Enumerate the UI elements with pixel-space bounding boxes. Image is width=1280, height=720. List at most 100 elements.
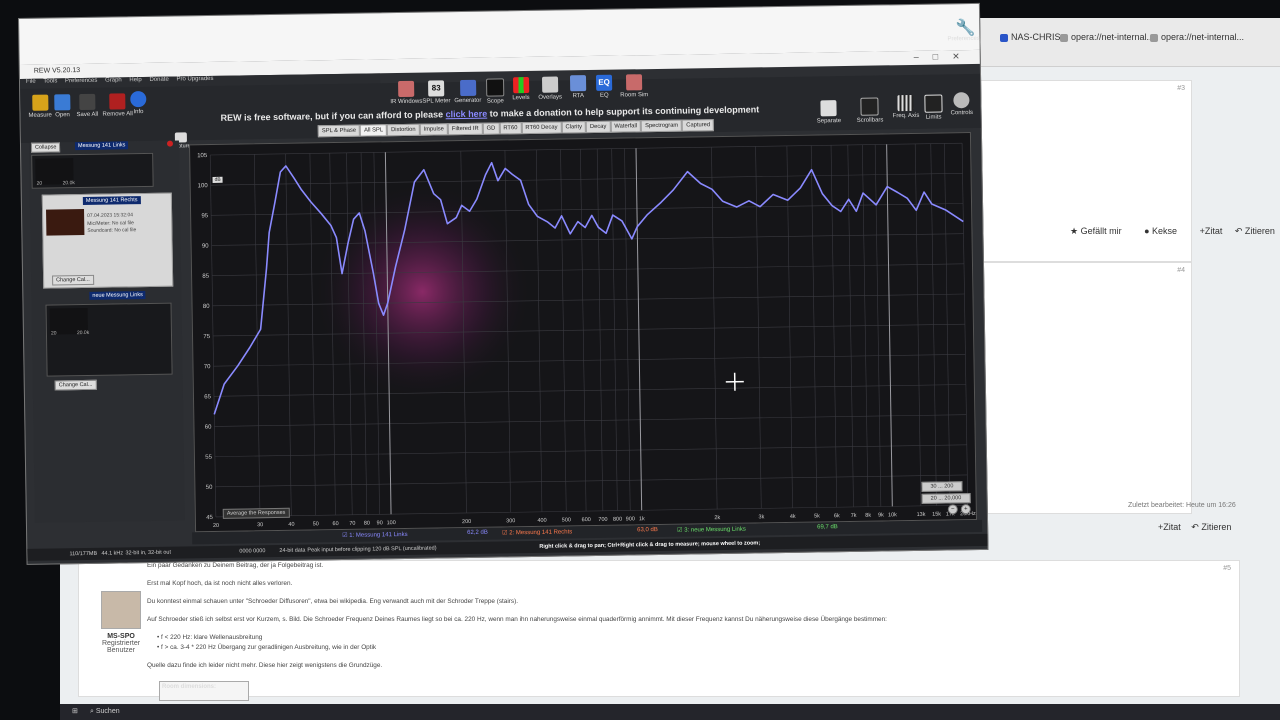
legend-item-1[interactable]: ☑ 1: Messung 141 Links [342,531,408,539]
open-button[interactable]: Open [54,94,71,118]
generator-button[interactable]: Generator [454,79,481,104]
window-controls[interactable]: –□✕ [914,51,974,63]
measure-button[interactable]: Measure [28,94,52,119]
room-dimensions-box: Room dimensions: [159,681,249,701]
range-30-200-button[interactable]: 30 ... 200 [921,481,963,492]
range-full-button[interactable]: 20 ... 20,000 [921,493,971,504]
spl-meter-icon: 83 [428,80,445,97]
tool-label: EQ [599,92,609,99]
measurement-name-1[interactable]: Messung 141 Links [74,141,129,151]
grid-line-h [214,444,967,457]
tab-impulse[interactable]: Impulse [419,123,448,136]
menu-help[interactable]: Help [129,77,141,83]
spl-meter-button[interactable]: 83 SPL Meter [422,80,451,105]
spl-graph[interactable]: 45 50 55 60 65 70 75 80 85 90 95 100 105 20 30 40 50 60 7… [189,132,978,533]
legend-value: 69,7 dB [817,524,838,531]
thumb-axis-max: 20.0k [76,329,90,337]
author-name[interactable]: MS-SPO [91,633,151,640]
ir-windows-button[interactable]: IR Windows [390,80,423,106]
tab-decay[interactable]: Decay [585,120,611,134]
x-tick-label: 7k [851,513,857,519]
post-line: Ein paar Gedanken zu Deinem Beitrag, der… [147,562,324,569]
y-tick-label: 45 [206,515,213,521]
grid-line-h [211,203,964,216]
limits-button[interactable]: Limits [924,94,943,121]
tab-distortion[interactable]: Distortion [387,123,420,137]
quote-button[interactable]: +Zitat [1158,522,1181,532]
measurement-name-3[interactable]: neue Messung Links [89,291,146,300]
tab-spl-phase[interactable]: SPL & Phase [317,124,361,138]
cookie-button[interactable]: ● Kekse [1144,226,1187,236]
eq-button[interactable]: EQ EQ [595,74,613,99]
overlays-button[interactable]: Overlays [538,76,562,101]
x-tick-label: 40 [288,522,294,528]
grid-line-h [215,474,968,488]
quote-button[interactable]: +Zitat [1200,226,1223,236]
legend-item-3[interactable]: ☑ 3: neue Messung Links [677,526,746,534]
thumb-axis-max: 20.0k [62,180,75,187]
taskbar-search[interactable]: ⌕ Suchen [90,708,120,716]
zoom-out-button[interactable]: − [947,504,958,515]
bookmark-nas[interactable]: NAS-CHRIS [1000,32,1061,42]
menu-pro-upgrades[interactable]: Pro Upgrades [176,76,213,83]
collapse-button[interactable]: Collapse [30,142,61,153]
unit-selector[interactable]: dB [212,176,223,183]
menu-graph[interactable]: Graph [105,77,122,83]
tab-waterfall[interactable]: Waterfall [610,120,642,133]
tool-label: IR Windows [390,98,423,106]
spl-chart-svg[interactable]: 45 50 55 60 65 70 75 80 85 90 95 100 105 20 30 40 50 60 7… [190,133,976,531]
measurement-card-2[interactable]: Messung 141 Rechts 07.04.2023 15:32:04 M… [41,192,174,289]
x-tick-label: 15k [932,512,941,518]
x-tick-label: 60 [332,521,338,527]
x-tick-label: 9k [878,512,884,518]
freq-axis-button[interactable]: Freq. Axis [892,94,919,119]
tab-all-spl[interactable]: All SPL [359,124,388,137]
tab-clarity[interactable]: Clarity [561,121,587,134]
measurement-card-1[interactable]: 20 20.0k [31,152,154,189]
remove-all-button[interactable]: Remove All [102,93,133,118]
windows-icon[interactable]: ⊞ [72,707,78,715]
save-all-button[interactable]: Save All [76,93,98,118]
info-button[interactable]: Info [130,90,147,115]
room-sim-button[interactable]: Room Sim [620,74,648,99]
cite-button[interactable]: ↶ Zitieren [1191,522,1231,532]
menu-tools[interactable]: Tools [43,78,57,84]
tool-label: Controls [950,110,974,117]
legend-item-2[interactable]: ☑ 2: Messung 141 Rechts [502,528,572,536]
tab-captured[interactable]: Captured [682,119,715,132]
like-button[interactable]: ★ Gefällt mir [1070,226,1132,236]
tab-gd[interactable]: GD [482,122,500,135]
cite-button[interactable]: ↶ Zitieren [1235,226,1280,236]
levels-button[interactable]: Levels [512,76,530,101]
menu-file[interactable]: File [26,79,36,85]
x-tick-label: 13k [917,512,926,518]
measurement-name-2[interactable]: Messung 141 Rechts [82,196,141,206]
bookmark-opera-2[interactable]: opera://net-internal... [1150,32,1244,42]
menu-preferences[interactable]: Preferences [65,78,97,85]
sample-rate: 44.1 kHz [101,550,124,557]
tab-rt60-decay[interactable]: RT60 Decay [521,121,562,135]
menu-donate[interactable]: Donate [149,77,168,83]
rta-button[interactable]: RTA [569,75,587,99]
tab-spectrogram[interactable]: Spectrogram [640,119,683,133]
x-tick-label: 30 [257,522,263,528]
change-cal-button[interactable]: Change Cal... [54,379,97,391]
controls-button[interactable]: Controls [950,92,973,116]
scrollbars-button[interactable]: Scrollbars [856,97,883,124]
separate-button[interactable]: Separate [816,100,841,124]
preferences-button[interactable]: 🔧 Preferences [947,18,979,42]
close-icon[interactable] [166,140,174,147]
average-responses-button[interactable]: Average the Responses [222,507,290,519]
donate-link[interactable]: click here [446,109,488,120]
bit-depth: 32-bit in, 32-bit out [125,549,172,557]
change-cal-button[interactable]: Change Cal... [52,274,94,286]
bookmark-opera-1[interactable]: opera://net-internal... [1060,32,1154,42]
tab-filtered-ir[interactable]: Filtered IR [447,122,483,136]
scope-button[interactable]: Scope [486,78,505,105]
x-tick-label: 70 [349,521,355,527]
avatar[interactable] [101,591,141,629]
tab-rt60[interactable]: RT60 [499,122,522,135]
zoom-in-button[interactable]: + [960,504,971,515]
eq-icon: EQ [595,74,613,91]
measurement-card-3[interactable]: 20 20.0k [45,302,173,377]
